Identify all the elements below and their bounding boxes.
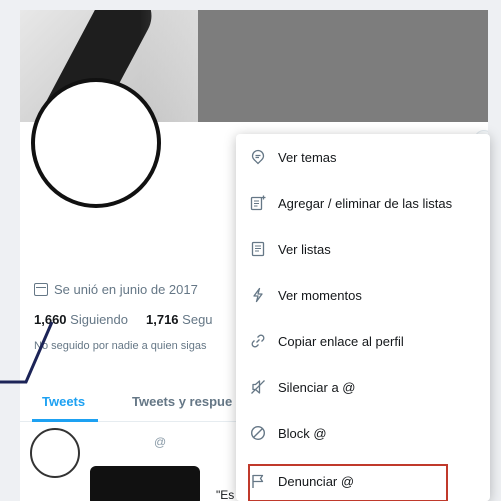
- menu-item-label: Ver temas: [278, 149, 337, 165]
- profile-avatar[interactable]: [31, 78, 161, 208]
- lists-icon: [250, 241, 266, 257]
- calendar-icon: [34, 283, 48, 296]
- menu-item-ver-momentos[interactable]: Ver momentos: [236, 272, 490, 318]
- tweet-text: "Es: [216, 488, 235, 501]
- following-link[interactable]: 1,660 Siguiendo: [34, 312, 128, 327]
- profile-options-menu: Ver temas Agregar / eliminar de las list…: [236, 134, 490, 501]
- menu-item-silenciar[interactable]: Silenciar a @: [236, 364, 490, 410]
- join-date: Se unió en junio de 2017: [34, 282, 198, 297]
- follow-stats: 1,660 Siguiendo 1,716 Segu: [34, 312, 213, 327]
- menu-item-label: Copiar enlace al perfil: [278, 333, 404, 349]
- followers-link[interactable]: 1,716 Segu: [146, 312, 213, 327]
- mute-icon: [250, 379, 266, 395]
- menu-item-denunciar[interactable]: Denunciar @: [236, 458, 490, 501]
- menu-item-ver-temas[interactable]: Ver temas: [236, 134, 490, 180]
- menu-item-label: Ver momentos: [278, 287, 362, 303]
- tab-tweets-and-replies[interactable]: Tweets y respue: [132, 394, 232, 409]
- menu-item-label: Agregar / eliminar de las listas: [278, 195, 453, 211]
- menu-item-label: Block @: [278, 425, 327, 441]
- followers-count: 1,716: [146, 312, 179, 327]
- menu-item-agregar-listas[interactable]: Agregar / eliminar de las listas: [236, 180, 490, 226]
- join-date-text: Se unió en junio de 2017: [54, 282, 198, 297]
- menu-item-copiar-enlace[interactable]: Copiar enlace al perfil: [236, 318, 490, 364]
- menu-item-block[interactable]: Block @: [236, 410, 490, 456]
- menu-item-ver-listas[interactable]: Ver listas: [236, 226, 490, 272]
- following-label: Siguiendo: [70, 312, 128, 327]
- followers-label: Segu: [182, 312, 213, 327]
- menu-item-label: Silenciar a @: [278, 379, 356, 395]
- block-icon: [250, 425, 266, 441]
- menu-item-label: Denunciar @: [278, 473, 355, 489]
- following-count: 1,660: [34, 312, 67, 327]
- link-icon: [250, 333, 266, 349]
- add-to-list-icon: [250, 195, 266, 211]
- active-tab-indicator: [32, 419, 98, 422]
- flag-icon: [250, 473, 266, 489]
- moments-icon: [250, 287, 266, 303]
- tab-tweets[interactable]: Tweets: [42, 394, 85, 409]
- topics-icon: [250, 149, 266, 165]
- tweet-media[interactable]: [90, 466, 200, 501]
- tweet-handle: @: [154, 435, 167, 449]
- not-followed-note: No seguido por nadie a quien sigas: [34, 340, 207, 352]
- menu-item-label: Ver listas: [278, 241, 331, 257]
- tweet-avatar[interactable]: [30, 428, 80, 478]
